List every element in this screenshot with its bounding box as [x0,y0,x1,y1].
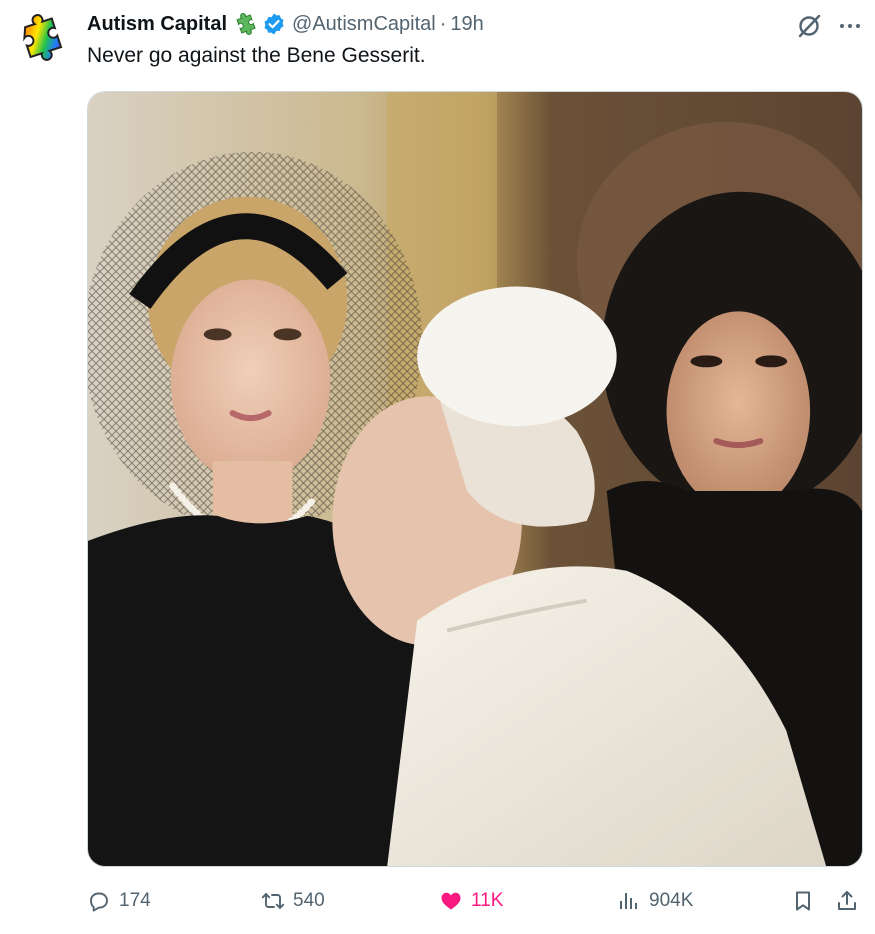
like-count: 11K [471,890,504,911]
repost-button[interactable]: 540 [261,886,325,916]
reply-count: 174 [119,890,151,911]
tweet-header: Autism Capital @AutismCapital · 19h [87,10,484,38]
verified-badge-icon [264,13,284,35]
repost-count: 540 [293,890,325,911]
heart-filled-icon [441,892,461,910]
more-horizontal-icon [840,24,860,28]
tweet-text: Never go against the Bene Gesserit. [87,44,426,67]
reply-icon [90,892,108,912]
tweet-image[interactable] [87,91,863,867]
view-count: 904K [649,890,694,911]
photo-illustration [88,92,862,866]
bookmark-button[interactable] [791,886,815,916]
rainbow-puzzle-icon [23,14,63,61]
green-puzzle-icon [236,13,256,35]
action-bar: 174 540 11K 904K [87,886,863,916]
timestamp[interactable]: 19h [450,13,483,36]
repost-icon [261,893,285,909]
more-options-button[interactable] [836,12,864,40]
grok-button[interactable] [795,12,823,40]
reply-button[interactable]: 174 [87,886,151,916]
like-button[interactable]: 11K [439,886,503,916]
author-name[interactable]: Autism Capital [87,13,227,36]
views-button[interactable]: 904K [617,886,693,916]
separator-dot: · [439,12,447,35]
share-button[interactable] [835,886,859,916]
author-handle[interactable]: @AutismCapital [292,13,436,36]
analytics-icon [620,893,637,909]
avatar[interactable] [16,12,72,68]
grok-icon [798,14,821,38]
share-icon [838,891,856,910]
bookmark-icon [796,891,810,911]
